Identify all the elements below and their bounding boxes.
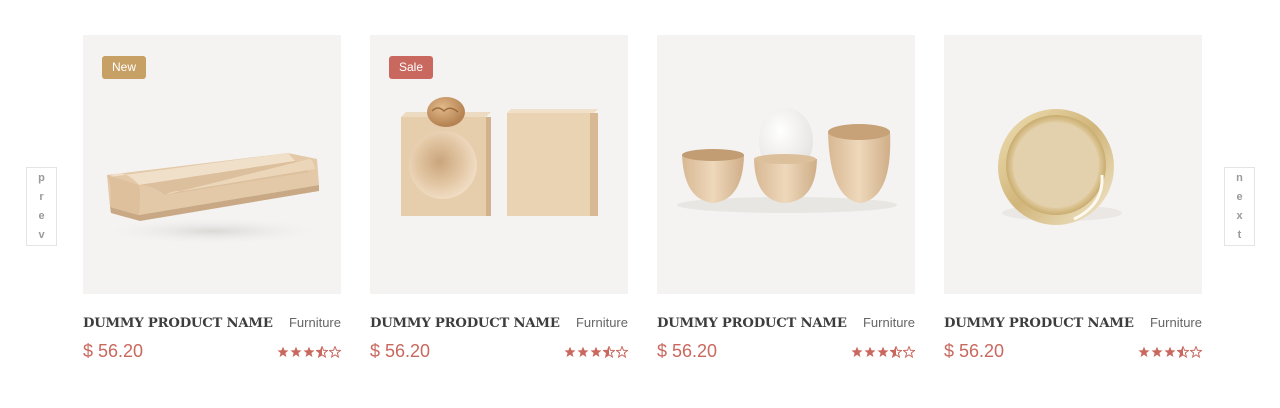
prev-letter: p	[38, 171, 45, 184]
next-letter: t	[1237, 228, 1242, 241]
product-name[interactable]: DUMMY PRODUCT NAME	[370, 316, 560, 331]
next-letter: x	[1236, 209, 1243, 222]
star-full-icon	[290, 346, 302, 357]
product-name[interactable]: DUMMY PRODUCT NAME	[657, 316, 847, 331]
star-full-icon	[1151, 346, 1163, 357]
star-full-icon	[564, 346, 576, 357]
star-empty-icon	[616, 345, 628, 358]
product-price: $ 56.20	[657, 341, 718, 361]
product-card[interactable]: New DUMMY PRODUCT NAME Furniture $ 56.20	[83, 35, 341, 362]
next-button[interactable]: n e x t	[1224, 167, 1255, 246]
sale-badge: Sale	[389, 56, 434, 79]
product-category[interactable]: Furniture	[576, 315, 628, 330]
star-full-icon	[877, 346, 889, 357]
brass-dish-illustration	[998, 109, 1122, 225]
product-image-brass-ring-dish[interactable]	[944, 35, 1202, 294]
rating-stars	[1138, 345, 1202, 358]
product-card[interactable]: Sale DUMMY PRODUCT NAME Furniture $ 56.2…	[370, 35, 628, 362]
product-card[interactable]: DUMMY PRODUCT NAME Furniture $ 56.20	[657, 35, 915, 362]
prev-letter: v	[38, 228, 45, 241]
star-full-icon	[277, 346, 289, 357]
star-half-icon	[1177, 345, 1189, 358]
product-image-wooden-egg-cups[interactable]	[657, 35, 915, 294]
rating-stars	[851, 345, 915, 358]
star-full-icon	[577, 346, 589, 357]
prev-letter: e	[38, 209, 45, 222]
star-half-icon	[316, 345, 328, 358]
next-letter: n	[1236, 171, 1243, 184]
product-name[interactable]: DUMMY PRODUCT NAME	[944, 316, 1134, 331]
prev-button[interactable]: p r e v	[26, 167, 57, 246]
product-category[interactable]: Furniture	[863, 315, 915, 330]
product-price: $ 56.20	[370, 341, 431, 361]
star-empty-icon	[903, 345, 915, 358]
rating-stars	[564, 345, 628, 358]
star-full-icon	[851, 346, 863, 357]
product-name[interactable]: DUMMY PRODUCT NAME	[83, 316, 273, 331]
new-badge: New	[102, 56, 147, 79]
star-empty-icon	[1190, 345, 1202, 358]
product-card[interactable]: DUMMY PRODUCT NAME Furniture $ 56.20	[944, 35, 1202, 362]
prev-letter: r	[39, 190, 44, 203]
rating-stars	[277, 345, 341, 358]
star-half-icon	[890, 345, 902, 358]
star-full-icon	[1164, 346, 1176, 357]
star-full-icon	[303, 346, 315, 357]
star-full-icon	[864, 346, 876, 357]
next-letter: e	[1236, 190, 1243, 203]
star-empty-icon	[329, 345, 341, 358]
product-category[interactable]: Furniture	[1150, 315, 1202, 330]
product-category[interactable]: Furniture	[289, 315, 341, 330]
star-full-icon	[590, 346, 602, 357]
product-price: $ 56.20	[83, 341, 144, 361]
star-half-icon	[603, 345, 615, 358]
product-image-wooden-pen-tray[interactable]: New	[83, 35, 341, 294]
product-image-wooden-cube-nutcracker[interactable]: Sale	[370, 35, 628, 294]
product-carousel: p r e v New DUMMY PRODUCT NAME Furniture…	[0, 0, 1280, 408]
egg-cups-illustration	[677, 108, 897, 213]
star-full-icon	[1138, 346, 1150, 357]
product-price: $ 56.20	[944, 341, 1005, 361]
